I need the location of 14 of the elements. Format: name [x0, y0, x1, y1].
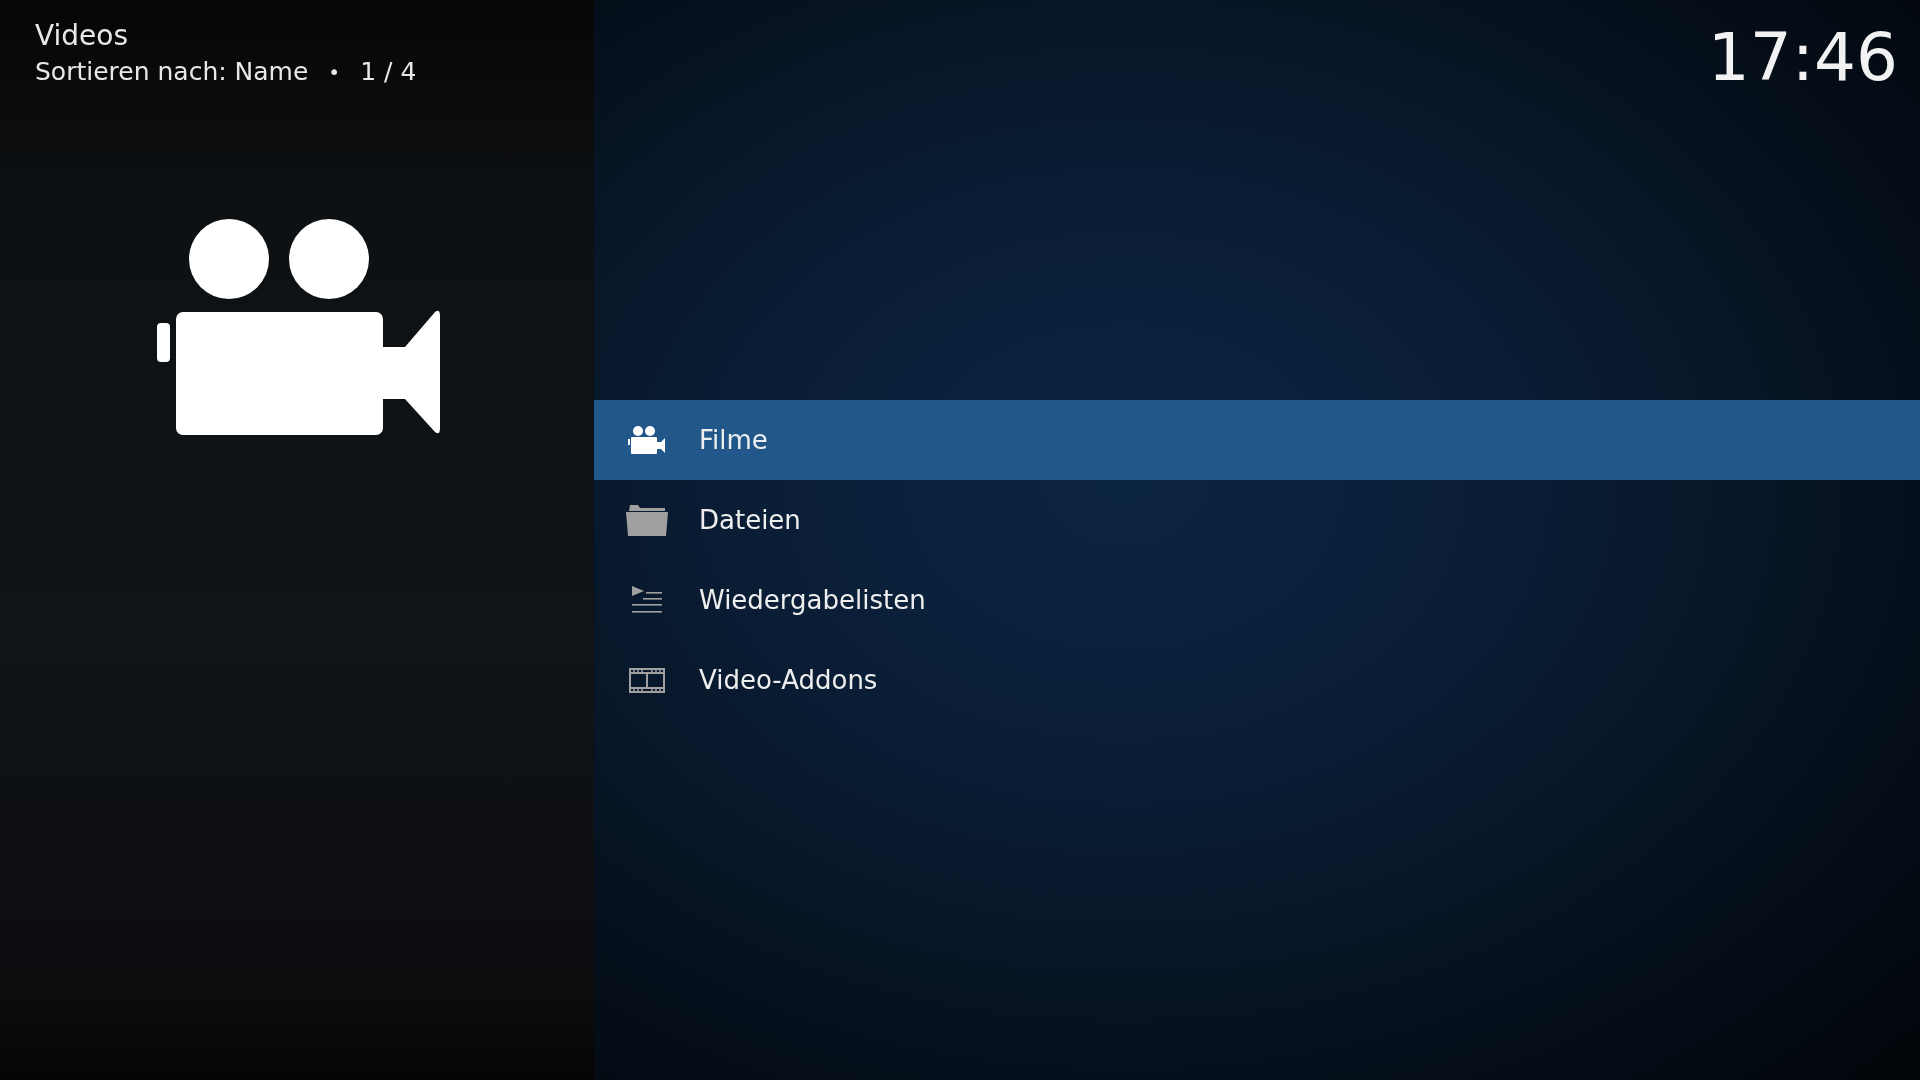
folder-icon: [625, 504, 668, 536]
menu-item[interactable]: Filme: [594, 400, 1920, 480]
menu-item[interactable]: Video-Addons: [594, 640, 1920, 720]
page-title: Videos: [35, 18, 130, 54]
menu-item[interactable]: Wiedergabelisten: [594, 560, 1920, 640]
sort-label: Sortieren nach: Name: [35, 56, 309, 88]
clock: 17:46: [1707, 18, 1898, 98]
separator-dot: •: [328, 59, 341, 86]
camera-icon: [627, 426, 666, 454]
film-strip-icon: [628, 667, 665, 693]
video-camera-icon: [157, 217, 441, 437]
menu-item[interactable]: Dateien: [594, 480, 1920, 560]
item-position: 1 / 4: [360, 56, 417, 88]
playlist-icon: [630, 586, 663, 614]
